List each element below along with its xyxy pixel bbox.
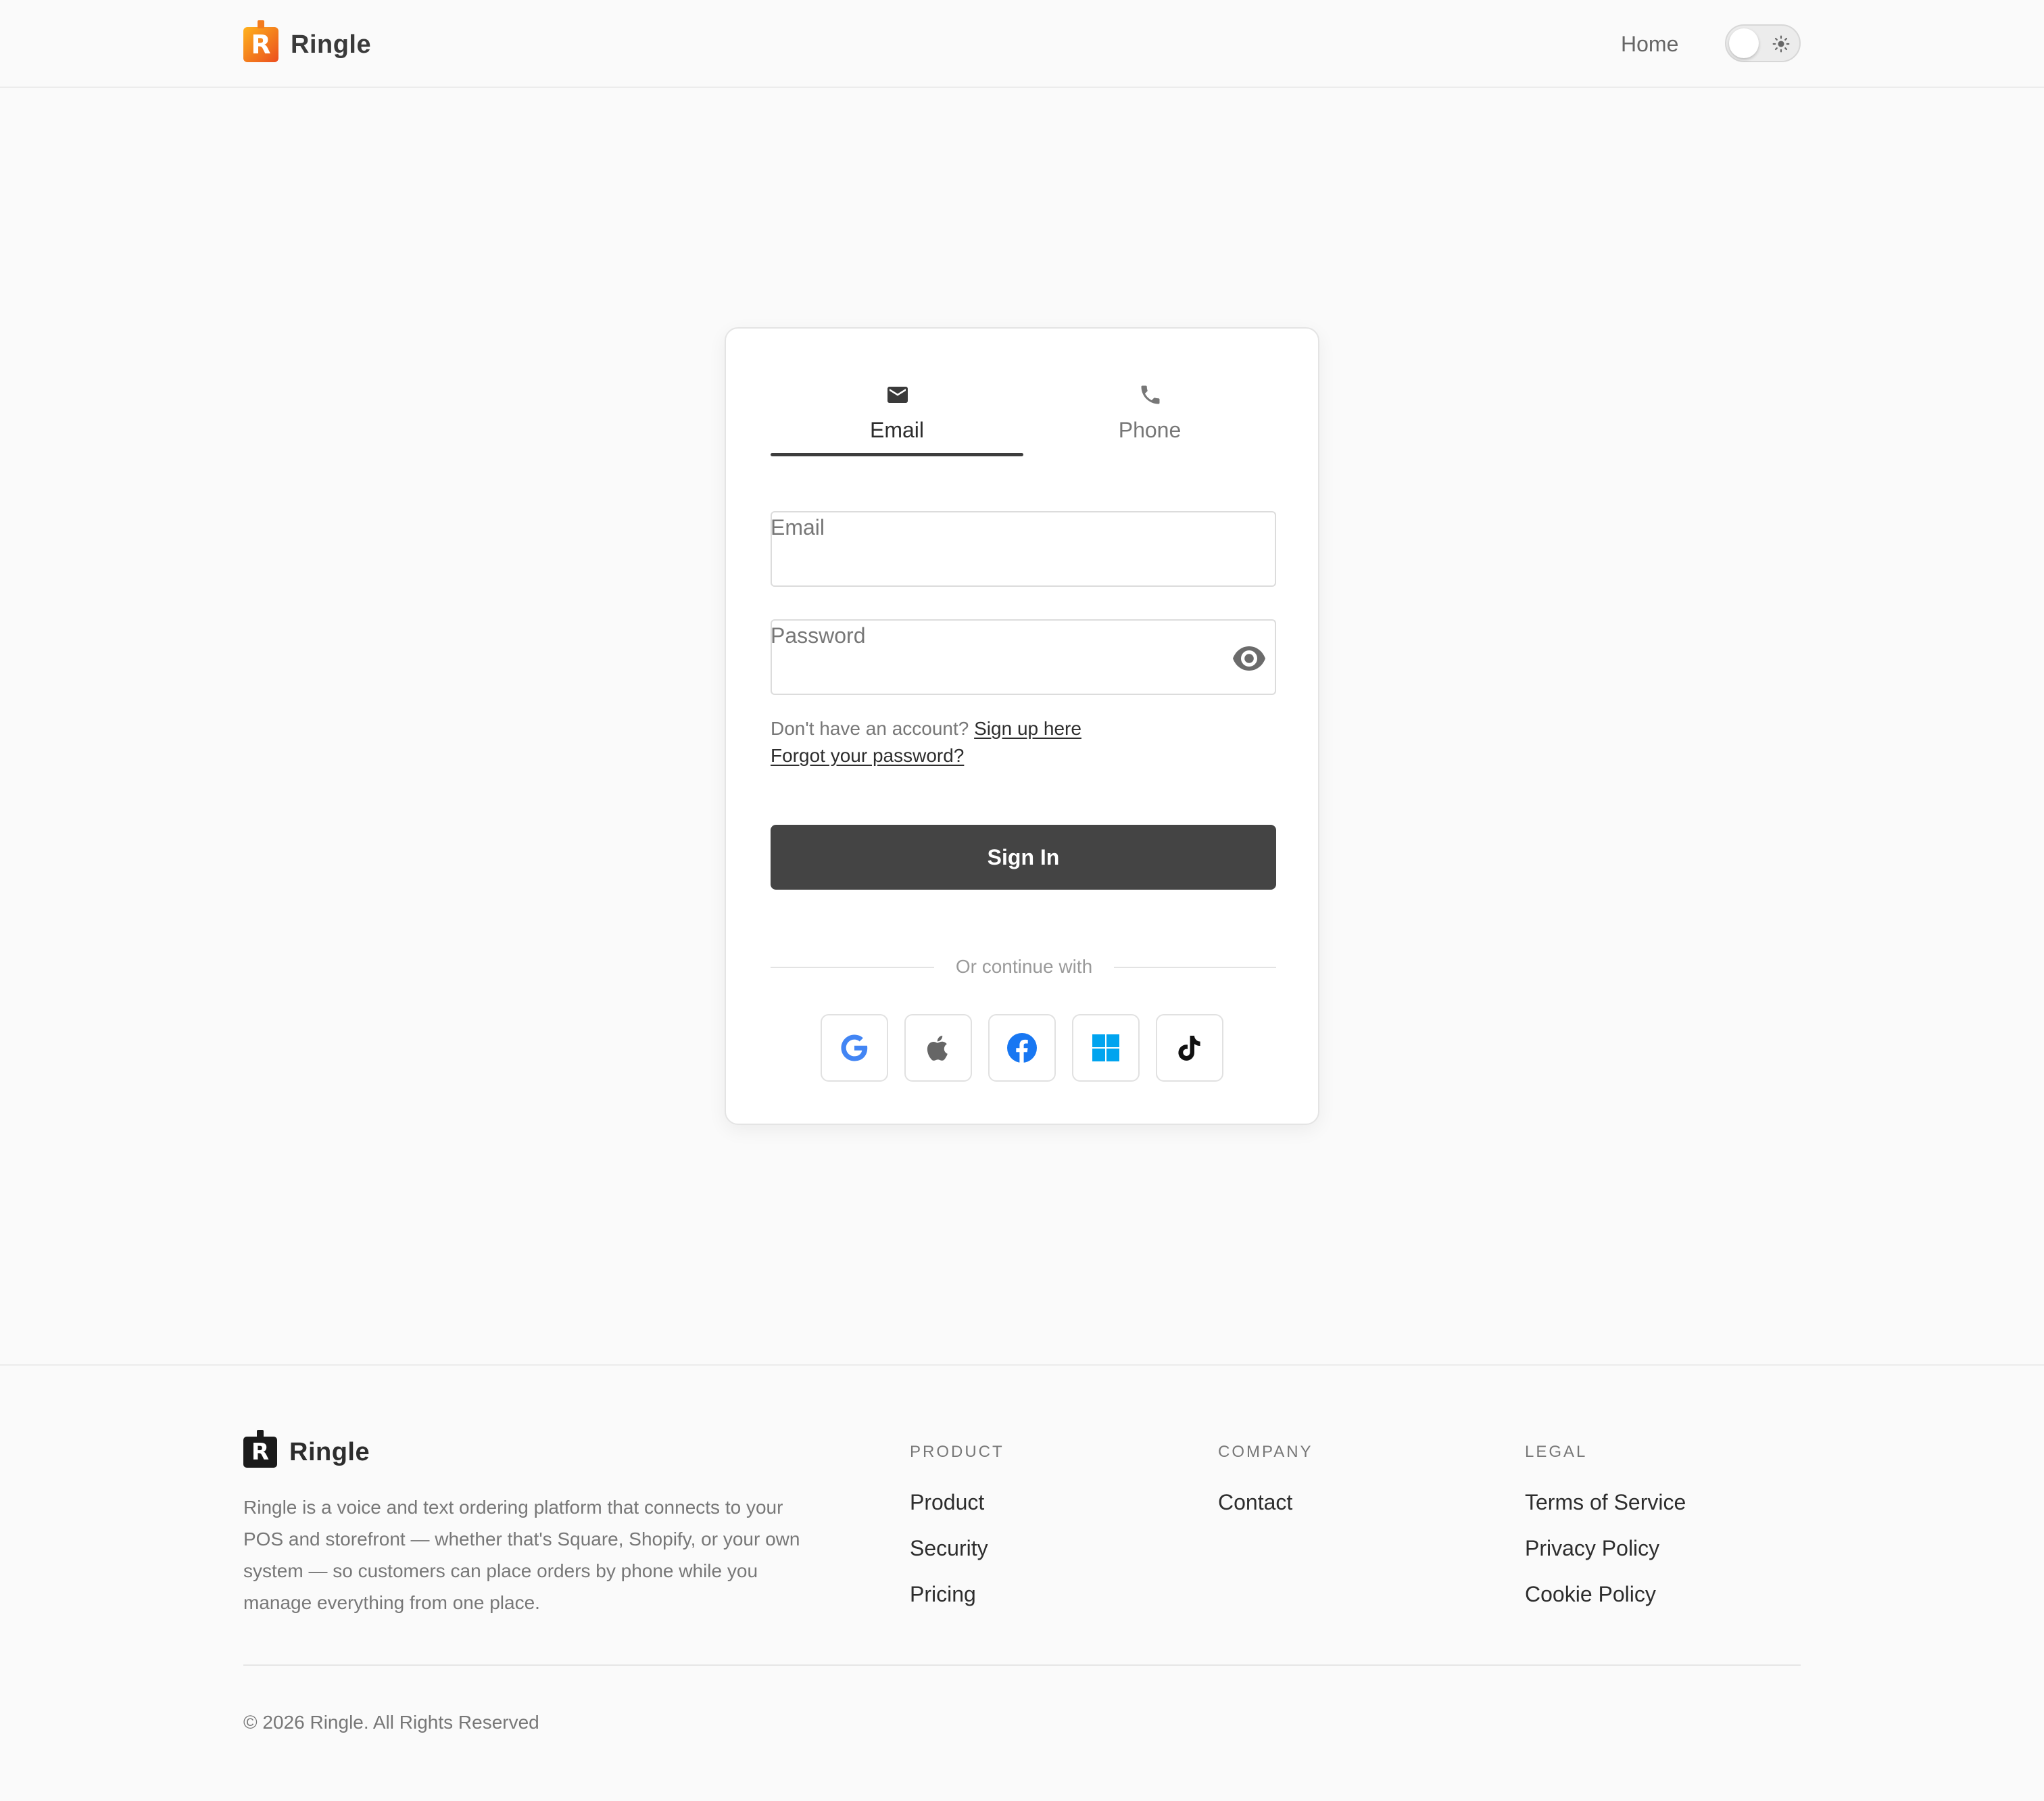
theme-toggle[interactable]: [1725, 24, 1801, 62]
footer-bottom-divider: [243, 1664, 1801, 1666]
apple-login-button[interactable]: [904, 1014, 972, 1082]
phone-icon: [1141, 385, 1160, 404]
email-field[interactable]: Email: [771, 511, 1276, 587]
footer-column-company: COMPANY Contact: [1218, 1441, 1313, 1535]
footer-logo-letter: R: [251, 1439, 270, 1466]
divider-right: [1114, 967, 1276, 968]
footer-link-security[interactable]: Security: [910, 1535, 1004, 1562]
footer-link-pricing[interactable]: Pricing: [910, 1581, 1004, 1608]
tab-phone[interactable]: Phone: [1023, 383, 1276, 449]
sun-icon: [1772, 35, 1790, 53]
signup-link[interactable]: Sign up here: [974, 718, 1081, 739]
footer-link-cookies[interactable]: Cookie Policy: [1525, 1581, 1686, 1608]
toggle-knob: [1729, 28, 1759, 58]
facebook-login-button[interactable]: [988, 1014, 1056, 1082]
divider-left: [771, 967, 934, 968]
footer-link-privacy[interactable]: Privacy Policy: [1525, 1535, 1686, 1562]
email-input[interactable]: [781, 546, 1214, 576]
windows-icon: [1092, 1034, 1119, 1061]
password-field-label: Password: [771, 623, 866, 648]
footer-link-product[interactable]: Product: [910, 1489, 1004, 1516]
ringle-logo-icon: R: [243, 20, 278, 62]
forgot-password-link[interactable]: Forgot your password?: [771, 744, 964, 768]
sign-in-button[interactable]: Sign In: [771, 825, 1276, 890]
tab-email-label: Email: [869, 418, 924, 442]
eye-icon[interactable]: [1233, 646, 1265, 671]
login-card: Email Phone Email Password Don't have an…: [725, 327, 1319, 1125]
brand-name: Ringle: [291, 30, 372, 59]
tiktok-login-button[interactable]: [1156, 1014, 1223, 1082]
microsoft-login-button[interactable]: [1072, 1014, 1140, 1082]
signup-prompt-text: Don't have an account?: [771, 718, 969, 739]
footer-heading-product: PRODUCT: [910, 1443, 1004, 1461]
footer-link-contact[interactable]: Contact: [1218, 1489, 1313, 1516]
password-input[interactable]: [781, 654, 1214, 684]
footer-heading-company: COMPANY: [1218, 1443, 1313, 1461]
copyright: © 2026 Ringle. All Rights Reserved: [243, 1712, 539, 1733]
footer-divider: [0, 1364, 2044, 1366]
tab-phone-label: Phone: [1118, 418, 1182, 442]
nav-home-link[interactable]: Home: [1621, 30, 1678, 58]
divider-text: Or continue with: [955, 956, 1093, 977]
footer-description: Ringle is a voice and text ordering plat…: [243, 1497, 800, 1613]
google-icon: [841, 1034, 868, 1061]
tiktok-icon: [1178, 1036, 1200, 1061]
brand[interactable]: R Ringle: [243, 20, 372, 65]
facebook-icon: [1007, 1033, 1037, 1063]
footer-column-legal: LEGAL Terms of Service Privacy Policy Co…: [1525, 1441, 1686, 1627]
password-field[interactable]: Password: [771, 619, 1276, 695]
signup-prompt: Don't have an account? Sign up here: [771, 717, 1081, 741]
footer-logo-icon: R: [243, 1430, 277, 1468]
logo-letter: R: [251, 30, 271, 59]
footer-brand[interactable]: R Ringle: [243, 1430, 370, 1471]
footer-link-terms[interactable]: Terms of Service: [1525, 1489, 1686, 1516]
top-header: R Ringle Home: [0, 0, 2044, 88]
footer-heading-legal: LEGAL: [1525, 1443, 1588, 1461]
footer-column-product: PRODUCT Product Security Pricing: [910, 1441, 1004, 1627]
mail-icon: [887, 387, 908, 403]
active-tab-indicator: [771, 453, 1023, 456]
email-field-label: Email: [771, 515, 825, 539]
apple-icon: [927, 1036, 948, 1061]
tab-email[interactable]: Email: [771, 383, 1023, 449]
google-login-button[interactable]: [821, 1014, 888, 1082]
footer-brand-name: Ringle: [289, 1437, 370, 1466]
